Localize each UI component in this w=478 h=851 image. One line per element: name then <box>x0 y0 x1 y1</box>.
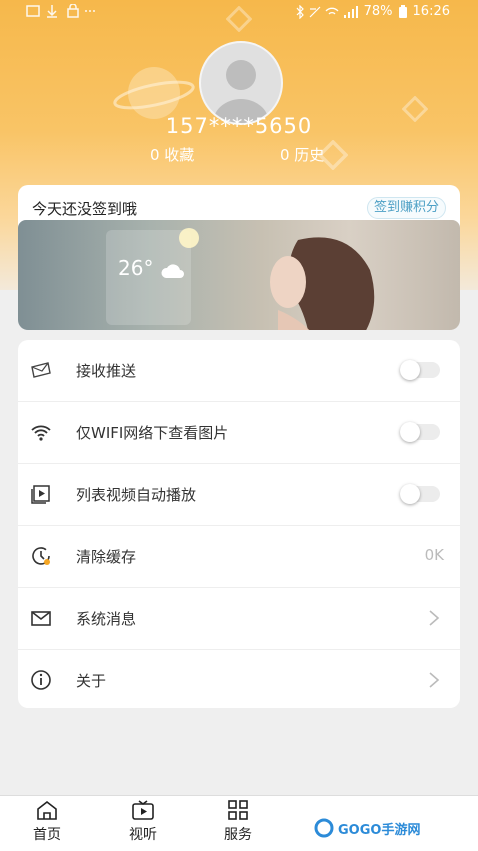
tab-home[interactable]: 首页 <box>17 800 77 844</box>
user-phone: 157****5650 <box>165 114 313 138</box>
default-avatar-icon <box>213 60 269 123</box>
history-count[interactable]: 0 历史 <box>280 144 324 165</box>
diamond-decoration-icon <box>226 6 252 32</box>
cache-size: 0K <box>424 546 444 564</box>
setting-clear-cache[interactable]: 清除缓存 0K <box>18 526 460 588</box>
battery-icon <box>398 5 407 18</box>
setting-wifi-images[interactable]: 仅WIFI网络下查看图片 <box>18 402 460 464</box>
avatar[interactable] <box>199 41 283 125</box>
mail-icon <box>31 611 51 626</box>
tab-label: 视听 <box>129 827 157 843</box>
setting-push[interactable]: 接收推送 <box>18 340 460 402</box>
tab-label: 服务 <box>224 827 252 843</box>
clock-icon <box>32 547 50 565</box>
system-status: 78% 16:26 <box>294 4 450 19</box>
cloud-icon <box>161 264 184 278</box>
banner-temperature: 26° <box>118 256 154 280</box>
sign-in-button[interactable]: 签到赚积分 <box>366 197 446 219</box>
wifi-icon <box>31 425 51 441</box>
notification-status-icons <box>26 3 95 18</box>
sign-in-title: 今天还没签到哦 <box>32 200 138 218</box>
favorites-count[interactable]: 0 收藏 <box>150 144 194 165</box>
battery-percent: 78% <box>363 4 393 19</box>
tab-video[interactable]: 视听 <box>113 800 173 844</box>
push-toggle[interactable] <box>400 360 440 380</box>
push-icon <box>31 362 51 378</box>
watermark-text: GOGO手游网 <box>338 823 421 838</box>
info-icon <box>31 670 51 690</box>
setting-label: 关于 <box>76 672 107 690</box>
signal-icons <box>296 4 358 19</box>
tab-services[interactable]: 服务 <box>208 800 268 844</box>
video-tab-icon <box>132 800 154 820</box>
setting-label: 系统消息 <box>76 610 137 628</box>
settings-list: 接收推送 仅WIFI网络下查看图片 列表视频自动播放 清除缓存 0K 系统消息 … <box>18 340 460 708</box>
sign-in-card: 今天还没签到哦 签到赚积分 26° <box>18 185 460 330</box>
autoplay-toggle[interactable] <box>400 484 440 504</box>
wifi-images-toggle[interactable] <box>400 422 440 442</box>
notification-icons <box>26 3 96 22</box>
chevron-right-icon <box>429 610 440 626</box>
setting-about[interactable]: 关于 <box>18 650 460 711</box>
setting-label: 仅WIFI网络下查看图片 <box>76 424 229 442</box>
setting-label: 列表视频自动播放 <box>76 486 197 504</box>
setting-autoplay[interactable]: 列表视频自动播放 <box>18 464 460 526</box>
grid-icon <box>228 800 248 820</box>
woman-photo <box>270 237 375 330</box>
clock-time: 16:26 <box>412 4 450 19</box>
setting-system-messages[interactable]: 系统消息 <box>18 588 460 650</box>
watermark-logo-icon <box>314 818 334 838</box>
bottom-tab-bar: 首页 视听 服务 GOGO手游网 <box>0 795 478 851</box>
video-icon <box>31 485 50 504</box>
setting-label: 接收推送 <box>76 362 137 380</box>
tab-label: 首页 <box>33 827 61 843</box>
sun-icon <box>179 228 199 248</box>
setting-label: 清除缓存 <box>76 548 137 566</box>
home-icon <box>37 800 57 820</box>
promo-banner[interactable]: 26° <box>18 220 460 330</box>
chevron-right-icon <box>429 672 440 688</box>
